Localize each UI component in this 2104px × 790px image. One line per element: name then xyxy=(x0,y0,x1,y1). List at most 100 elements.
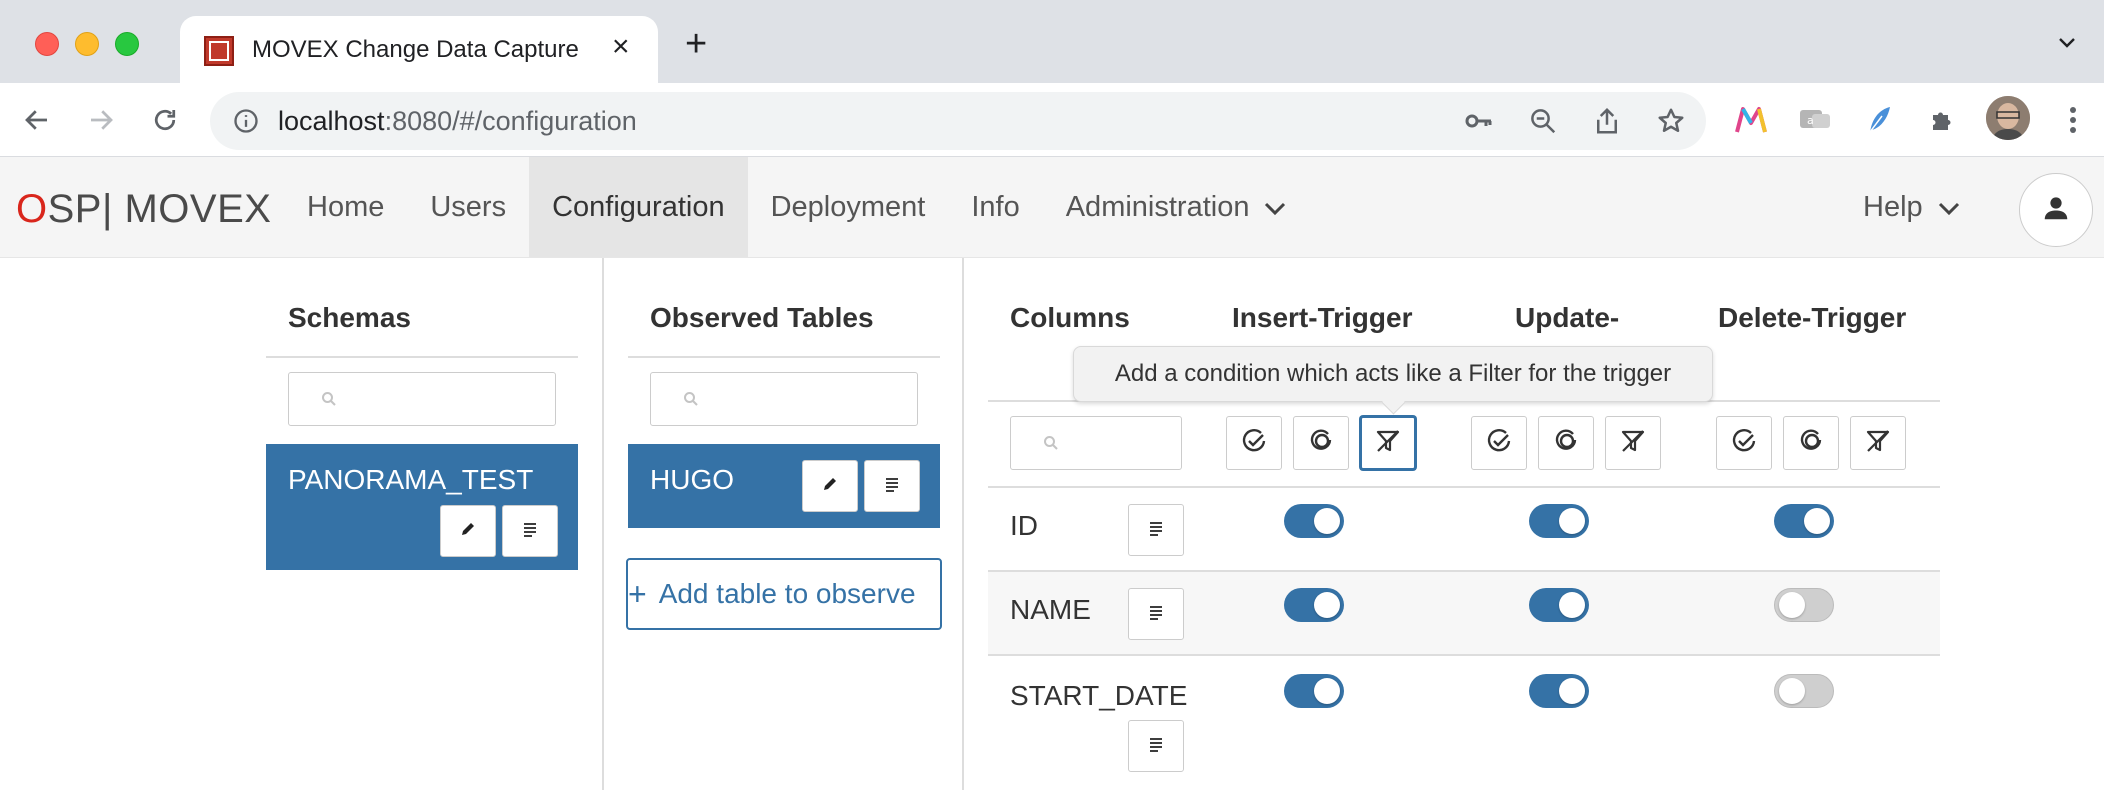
update-trigger-toggle[interactable] xyxy=(1529,504,1589,538)
table-search-input[interactable] xyxy=(650,372,918,426)
delete-uncheck-all-button[interactable] xyxy=(1783,416,1839,470)
insert-uncheck-all-button[interactable] xyxy=(1293,416,1349,470)
new-tab-button[interactable]: + xyxy=(685,24,707,64)
column-row-name: NAME xyxy=(988,572,1940,654)
browser-tab[interactable]: TI MOVEX Change Data Capture × xyxy=(180,16,658,83)
feather-extension-icon[interactable] xyxy=(1860,101,1898,139)
table-item-hugo[interactable]: HUGO xyxy=(628,444,940,528)
search-icon xyxy=(321,391,337,412)
update-trigger-header: Update- xyxy=(1515,302,1620,333)
nav-help[interactable]: Help xyxy=(1863,157,1961,257)
reload-icon[interactable] xyxy=(146,101,184,139)
add-table-button[interactable]: + Add table to observe xyxy=(626,558,942,630)
puzzle-icon[interactable] xyxy=(1924,101,1962,139)
filter-off-icon xyxy=(1619,427,1647,460)
edit-schema-button[interactable] xyxy=(440,505,496,557)
delete-trigger-toggle[interactable] xyxy=(1774,588,1834,622)
nav-users[interactable]: Users xyxy=(407,157,529,257)
delete-trigger-toggle[interactable] xyxy=(1774,674,1834,708)
browser-profile-avatar[interactable] xyxy=(1986,96,2030,140)
toggle-knob xyxy=(1779,678,1805,704)
column-row-start-date: START_DATE xyxy=(988,656,1940,790)
notes-icon xyxy=(884,476,900,497)
nav-deployment[interactable]: Deployment xyxy=(748,157,949,257)
address-bar[interactable]: localhost:8080/#/configuration xyxy=(210,92,1706,150)
column-notes-button[interactable] xyxy=(1128,588,1184,640)
insert-check-all-button[interactable] xyxy=(1226,416,1282,470)
delete-check-all-button[interactable] xyxy=(1716,416,1772,470)
column-notes-button[interactable] xyxy=(1128,720,1184,772)
browser-toolbar: localhost:8080/#/configuration a xyxy=(0,83,2104,157)
uncheck-all-icon xyxy=(1797,427,1825,460)
update-filter-condition-button[interactable] xyxy=(1605,416,1661,470)
insert-filter-condition-button[interactable] xyxy=(1360,416,1416,470)
schemas-title: Schemas xyxy=(288,302,411,333)
schema-notes-button[interactable] xyxy=(502,505,558,557)
column-notes-button[interactable] xyxy=(1128,504,1184,556)
extension-badge-icon[interactable]: a xyxy=(1796,101,1834,139)
back-icon[interactable] xyxy=(18,101,56,139)
user-menu-button[interactable] xyxy=(2019,173,2093,247)
share-icon[interactable] xyxy=(1592,106,1622,141)
toggle-knob xyxy=(1559,592,1585,618)
toggle-knob xyxy=(1314,678,1340,704)
uncheck-all-icon xyxy=(1552,427,1580,460)
info-icon[interactable] xyxy=(232,107,260,140)
pencil-icon xyxy=(821,475,839,498)
delete-trigger-toggle[interactable] xyxy=(1774,504,1834,538)
user-icon xyxy=(2041,193,2071,228)
delete-filter-condition-button[interactable] xyxy=(1850,416,1906,470)
update-trigger-toggle[interactable] xyxy=(1529,674,1589,708)
nav-configuration[interactable]: Configuration xyxy=(529,157,748,257)
toggle-knob xyxy=(1314,508,1340,534)
nav-configuration-label: Configuration xyxy=(552,190,725,223)
movex-extension-icon[interactable] xyxy=(1732,101,1770,139)
osp-movex-logo[interactable]: OSP| MOVEX xyxy=(16,187,271,232)
nav-deployment-label: Deployment xyxy=(770,190,926,223)
nav-users-label: Users xyxy=(430,190,507,223)
nav-help-label: Help xyxy=(1863,190,1923,223)
more-icon[interactable] xyxy=(2054,101,2092,139)
main-nav: Home Users Configuration Deployment Info… xyxy=(284,157,1310,257)
zoom-out-icon[interactable] xyxy=(1528,106,1558,141)
pencil-icon xyxy=(459,520,477,543)
nav-home[interactable]: Home xyxy=(284,157,407,257)
key-icon[interactable] xyxy=(1464,108,1494,139)
maximize-window-button[interactable] xyxy=(115,32,139,56)
schema-search-input[interactable] xyxy=(288,372,556,426)
minimize-window-button[interactable] xyxy=(75,32,99,56)
forward-icon[interactable] xyxy=(82,101,120,139)
update-uncheck-all-button[interactable] xyxy=(1538,416,1594,470)
table-notes-button[interactable] xyxy=(864,460,920,512)
divider xyxy=(266,356,578,358)
column-name: NAME xyxy=(1010,594,1091,625)
toggle-knob xyxy=(1804,508,1830,534)
close-tab-icon[interactable]: × xyxy=(612,30,630,64)
nav-info[interactable]: Info xyxy=(948,157,1042,257)
star-icon[interactable] xyxy=(1656,106,1686,141)
close-window-button[interactable] xyxy=(35,32,59,56)
logo-text: SP| MOVEX xyxy=(47,187,272,231)
table-item-label: HUGO xyxy=(650,464,734,495)
check-all-icon xyxy=(1240,427,1268,460)
update-trigger-toggle[interactable] xyxy=(1529,588,1589,622)
update-check-all-button[interactable] xyxy=(1471,416,1527,470)
column-search-input[interactable] xyxy=(1010,416,1182,470)
insert-trigger-toggle[interactable] xyxy=(1284,504,1344,538)
url-path: :8080/#/configuration xyxy=(384,106,637,136)
delete-trigger-header: Delete-Trigger xyxy=(1718,302,1907,333)
nav-administration[interactable]: Administration xyxy=(1043,157,1311,257)
nav-info-label: Info xyxy=(971,190,1020,223)
edit-table-button[interactable] xyxy=(802,460,858,512)
tab-search-icon[interactable] xyxy=(2055,30,2079,59)
nav-administration-label: Administration xyxy=(1065,190,1250,223)
app-header: OSP| MOVEX Home Users Configuration Depl… xyxy=(0,157,2104,258)
url-host: localhost xyxy=(278,106,385,136)
schema-item-panorama-test[interactable]: PANORAMA_TEST xyxy=(266,444,578,570)
insert-trigger-toggle[interactable] xyxy=(1284,674,1344,708)
columns-header: Columns xyxy=(1010,302,1130,333)
tab-title: MOVEX Change Data Capture xyxy=(252,36,579,63)
insert-trigger-toggle[interactable] xyxy=(1284,588,1344,622)
notes-icon xyxy=(1148,604,1164,625)
observed-tables-title: Observed Tables xyxy=(650,302,874,333)
